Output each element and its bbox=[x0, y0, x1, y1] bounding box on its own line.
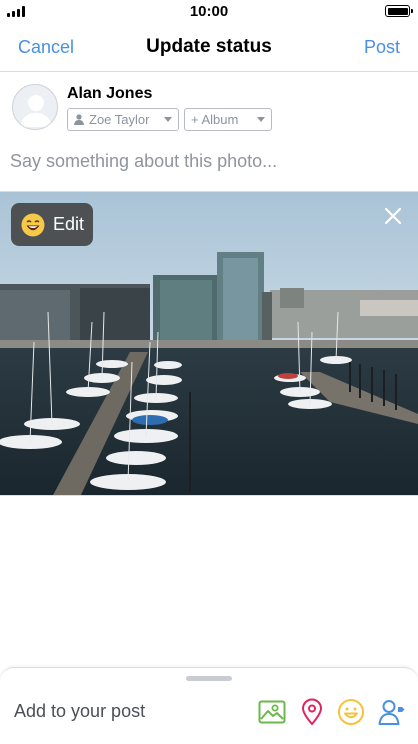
edit-photo-button[interactable]: Edit bbox=[11, 203, 93, 246]
battery-icon bbox=[385, 5, 413, 17]
album-selector[interactable]: + Album bbox=[184, 108, 272, 131]
add-to-post-label: Add to your post bbox=[14, 701, 146, 721]
status-bar: 10:00 bbox=[0, 0, 418, 24]
chevron-down-icon bbox=[257, 117, 265, 122]
add-to-post-bar[interactable]: Add to your post bbox=[0, 667, 418, 744]
attached-photo[interactable]: Edit bbox=[0, 191, 418, 496]
feeling-smiley-icon[interactable] bbox=[337, 698, 365, 726]
avatar bbox=[12, 84, 58, 130]
album-label: + Album bbox=[191, 112, 239, 127]
status-time: 10:00 bbox=[189, 3, 229, 20]
status-text-input[interactable]: Say something about this photo... bbox=[10, 151, 277, 172]
chevron-down-icon bbox=[164, 117, 172, 122]
post-button[interactable]: Post bbox=[364, 37, 400, 58]
smiley-face-icon bbox=[21, 213, 45, 236]
tag-people-icon[interactable] bbox=[378, 698, 406, 726]
location-pin-icon[interactable] bbox=[298, 698, 326, 726]
user-name: Alan Jones bbox=[67, 85, 153, 102]
audience-label: Zoe Taylor bbox=[89, 112, 150, 127]
cancel-button[interactable]: Cancel bbox=[18, 37, 74, 58]
audience-selector[interactable]: Zoe Taylor bbox=[67, 108, 179, 131]
person-icon bbox=[74, 114, 84, 125]
default-avatar-icon bbox=[20, 95, 52, 127]
photo-icon[interactable] bbox=[258, 698, 286, 726]
edit-label: Edit bbox=[53, 214, 85, 234]
nav-bar: Cancel Update status Post bbox=[0, 24, 418, 72]
sheet-grabber-handle[interactable] bbox=[186, 676, 232, 681]
remove-photo-close-icon[interactable] bbox=[384, 207, 402, 225]
